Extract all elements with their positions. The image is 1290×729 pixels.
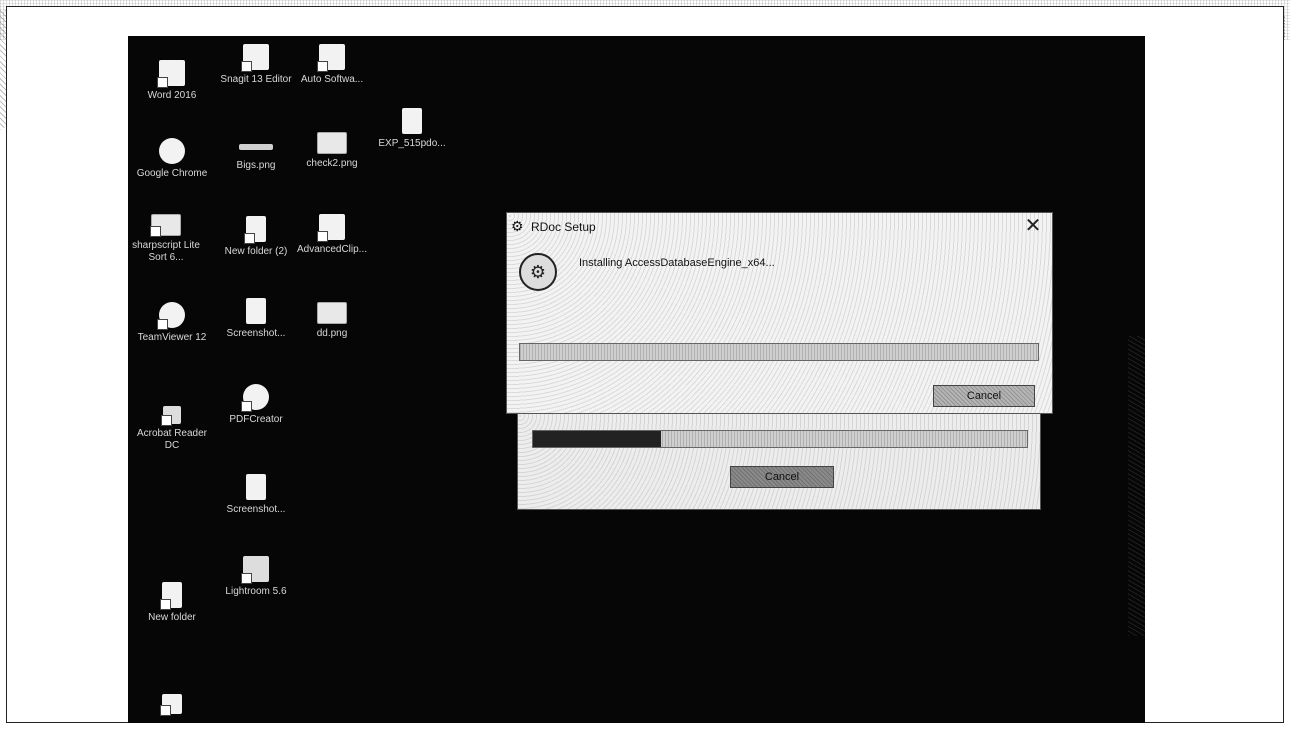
desktop-icon-new-folder[interactable]: New folder (132, 582, 212, 624)
desktop-icon-label: Google Chrome (136, 168, 208, 179)
image-file-icon (246, 298, 266, 324)
desktop-icon-label: Snagit 13 Editor (220, 74, 292, 85)
desktop-icon-label: AdvancedClip... (296, 244, 368, 255)
desktop-icon-word[interactable]: Word 2016 (132, 60, 212, 102)
word-icon (157, 60, 185, 88)
pdfcreator-icon (241, 384, 269, 412)
dialog-titlebar[interactable]: ⚙ RDoc Setup ✕ (507, 213, 1052, 241)
install-status-text: Installing AccessDatabaseEngine_x64... (579, 257, 775, 269)
background-cancel-button[interactable]: Cancel (730, 466, 834, 488)
app-icon (317, 44, 345, 72)
desktop-icon-label: Screenshot... (226, 504, 286, 515)
app-icon (150, 214, 181, 237)
desktop-icon-chrome[interactable]: Google Chrome (132, 138, 212, 180)
image-file-icon (317, 132, 347, 154)
desktop-icon-new-folder-2[interactable]: New folder (2) (216, 216, 296, 258)
desktop-icon-label: PDFCreator (229, 414, 283, 425)
lightroom-icon (241, 556, 269, 584)
folder-icon (244, 216, 266, 244)
desktop-icon-screenshot-2[interactable]: Screenshot... (216, 474, 296, 516)
desktop-icon-acrobat[interactable]: Acrobat Reader DC (132, 406, 212, 452)
snagit-icon (241, 44, 269, 72)
chrome-icon (159, 138, 185, 164)
desktop-icon-label: EXP_515pdo... (378, 138, 446, 149)
desktop-icon-teamviewer[interactable]: TeamViewer 12 (132, 302, 212, 344)
install-progress-bar (519, 343, 1039, 361)
desktop-wallpaper-edge (1128, 336, 1145, 636)
desktop-icon-label: sharpscript Lite Sort 6... (132, 240, 200, 263)
desktop-icon-label: Lightroom 5.6 (225, 586, 287, 597)
image-file-icon (239, 144, 273, 150)
desktop-icon-auto-software[interactable]: Auto Softwa... (292, 44, 372, 86)
desktop-icon-screenshot-1[interactable]: Screenshot... (216, 298, 296, 340)
desktop-icon-snagit[interactable]: Snagit 13 Editor (216, 44, 296, 86)
dialog-title: RDoc Setup (531, 220, 596, 234)
desktop-icon-lightroom[interactable]: Lightroom 5.6 (216, 556, 296, 598)
desktop-icon-label: Screenshot... (226, 328, 286, 339)
desktop-icon-label: TeamViewer 12 (137, 332, 207, 343)
desktop-icon-exp-pdf[interactable]: EXP_515pdo... (372, 108, 452, 150)
rdoc-setup-dialog: ⚙ RDoc Setup ✕ ⚙ Installing AccessDataba… (506, 212, 1053, 414)
desktop-icon-label: Word 2016 (147, 90, 197, 101)
desktop-icon-label: dd.png (316, 328, 348, 339)
desktop-icon-excel[interactable] (132, 694, 212, 718)
background-progress-fill (533, 431, 662, 447)
acrobat-icon (161, 406, 181, 426)
folder-icon (160, 582, 182, 610)
desktop-icon-bigs[interactable]: Bigs.png (216, 130, 296, 172)
desktop-icon-label: Auto Softwa... (300, 74, 364, 85)
image-file-icon (246, 474, 266, 500)
desktop-icon-sharpscript[interactable]: sharpscript Lite Sort 6... (128, 214, 206, 264)
excel-icon (160, 694, 182, 716)
desktop-icon-label: Bigs.png (236, 160, 276, 171)
setup-icon: ⚙ (519, 253, 557, 291)
desktop-icon-label: New folder (148, 612, 196, 623)
desktop-icon-label: New folder (2) (224, 246, 288, 257)
desktop-icon-check2[interactable]: check2.png (292, 132, 372, 170)
close-icon[interactable]: ✕ (1022, 215, 1044, 237)
desktop-icon-label: check2.png (306, 158, 358, 169)
document-icon (402, 108, 422, 134)
rdoc-app-icon: ⚙ (511, 218, 524, 234)
desktop-icon-advancedclip[interactable]: AdvancedClip... (292, 214, 372, 256)
image-file-icon (317, 302, 347, 324)
teamviewer-icon (157, 302, 185, 330)
background-installer-window: Cancel (517, 414, 1041, 510)
desktop-icon-pdfcreator[interactable]: PDFCreator (216, 384, 296, 426)
app-icon (317, 214, 345, 242)
cancel-button[interactable]: Cancel (933, 385, 1035, 407)
background-progress-bar (532, 430, 1028, 448)
desktop-icon-label: Acrobat Reader DC (136, 428, 208, 451)
desktop-icon-dd[interactable]: dd.png (292, 302, 372, 340)
